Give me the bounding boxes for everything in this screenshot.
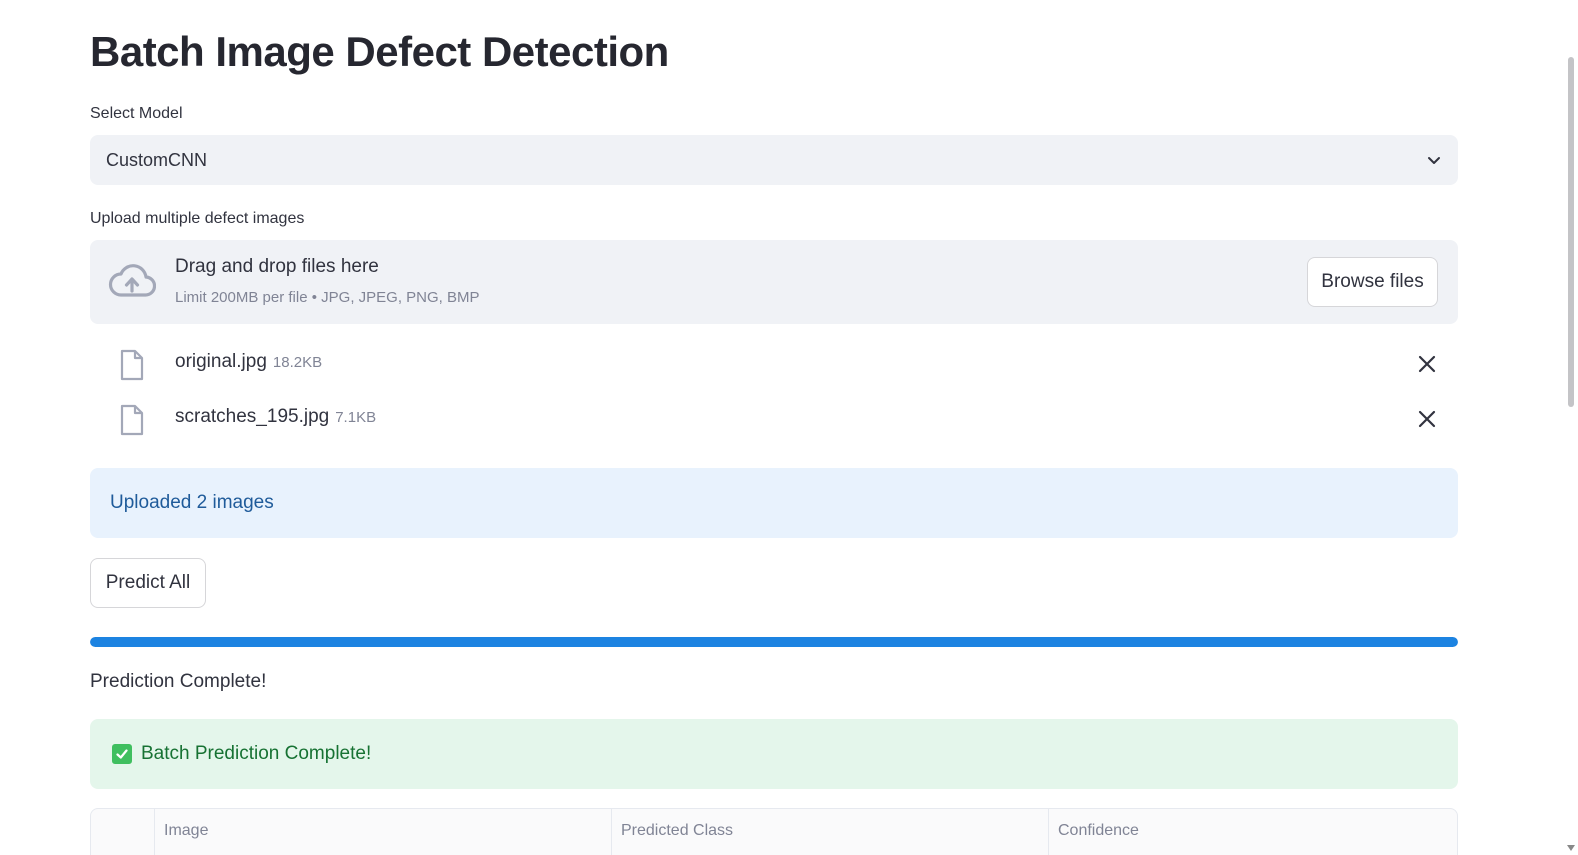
app-page: Batch Image Defect Detection Select Mode… (0, 0, 1578, 855)
dropzone-limit: Limit 200MB per file • JPG, JPEG, PNG, B… (175, 289, 480, 306)
model-select[interactable]: CustomCNN (90, 135, 1458, 185)
predict-all-button[interactable]: Predict All (90, 558, 206, 608)
close-icon[interactable] (1418, 355, 1436, 373)
scrollbar-thumb[interactable] (1568, 57, 1574, 407)
check-box-icon (112, 744, 132, 764)
confidence-column-header[interactable]: Confidence (1048, 809, 1457, 855)
scroll-down-arrow-icon[interactable] (1567, 845, 1575, 851)
file-name: original.jpg 18.2KB (175, 351, 323, 372)
file-icon (120, 349, 144, 381)
uploader-label: Upload multiple defect images (90, 210, 305, 227)
index-column-header[interactable] (91, 809, 154, 855)
page-title: Batch Image Defect Detection (90, 28, 669, 75)
info-alert: Uploaded 2 images (90, 468, 1458, 538)
progress-bar-fill (90, 637, 1458, 647)
file-icon (120, 404, 144, 436)
image-column-header[interactable]: Image (154, 809, 611, 855)
model-select-label: Select Model (90, 105, 183, 122)
progress-bar (90, 637, 1458, 647)
cloud-upload-icon (108, 264, 156, 297)
model-select-value: CustomCNN (106, 149, 208, 170)
file-size: 7.1KB (335, 409, 377, 426)
page-scrollbar[interactable] (1564, 0, 1578, 855)
status-text: Prediction Complete! (90, 671, 267, 692)
chevron-down-icon (1428, 157, 1440, 164)
file-name: scratches_195.jpg 7.1KB (175, 406, 377, 427)
success-alert: Batch Prediction Complete! (90, 719, 1458, 789)
browse-files-button[interactable]: Browse files (1307, 257, 1438, 307)
uploaded-file-item: original.jpg 18.2KB (90, 343, 1458, 383)
predicted-class-column-header[interactable]: Predicted Class (611, 809, 1048, 855)
uploaded-file-item: scratches_195.jpg 7.1KB (90, 398, 1458, 438)
close-icon[interactable] (1418, 410, 1436, 428)
results-table[interactable]: Image Predicted Class Confidence (90, 808, 1458, 855)
file-size: 18.2KB (272, 354, 323, 371)
file-dropzone[interactable]: Drag and drop files here Limit 200MB per… (90, 240, 1458, 324)
dropzone-instructions: Drag and drop files here (175, 256, 379, 277)
success-message: Batch Prediction Complete! (141, 743, 372, 764)
